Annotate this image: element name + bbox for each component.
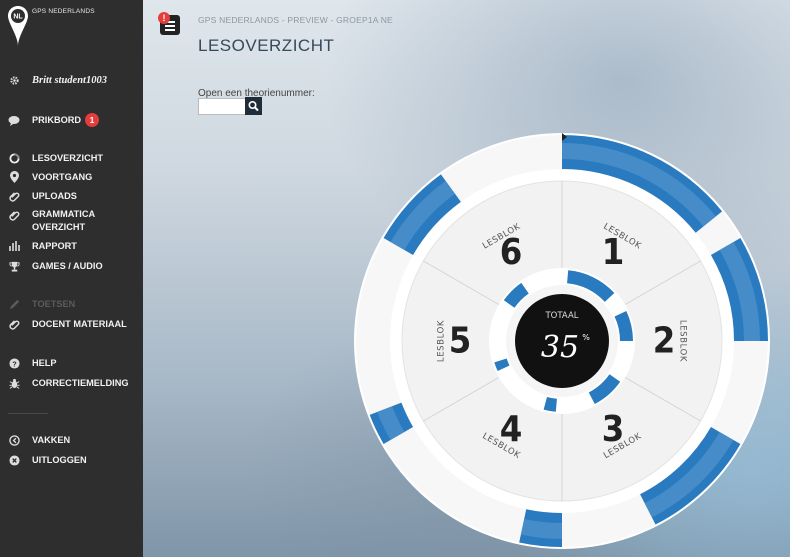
sidebar-item-label: UITLOGGEN bbox=[32, 455, 87, 465]
sidebar-item-uitloggen[interactable]: UITLOGGEN bbox=[8, 452, 87, 468]
help-icon: ? bbox=[8, 357, 20, 369]
bug-icon bbox=[8, 377, 20, 389]
sidebar-item-label: VAKKEN bbox=[32, 435, 71, 445]
lesblok-number: 5 bbox=[449, 321, 472, 362]
sidebar-item-label: RAPPORT bbox=[32, 241, 77, 251]
lesblok-number: 6 bbox=[500, 232, 523, 273]
close-circle-icon bbox=[8, 454, 20, 466]
lesblok-number: 4 bbox=[500, 409, 523, 450]
sidebar-item-prikbord[interactable]: PRIKBORD 1 bbox=[8, 112, 100, 128]
svg-text:?: ? bbox=[12, 359, 17, 368]
sidebar-item-games-audio[interactable]: GAMES / AUDIO bbox=[8, 258, 103, 274]
sidebar-item-label: TOETSEN bbox=[32, 299, 76, 309]
search-button[interactable] bbox=[245, 97, 262, 115]
sidebar-item-label: LESOVERZICHT bbox=[32, 153, 103, 163]
sidebar-item-label: PRIKBORD bbox=[32, 115, 82, 125]
logo-text: NL bbox=[13, 14, 23, 21]
sidebar-item-label: CORRECTIEMELDING bbox=[32, 378, 129, 388]
sidebar-item-toetsen: TOETSEN bbox=[8, 296, 75, 312]
total-unit: % bbox=[582, 333, 590, 342]
chat-bubble-icon bbox=[8, 114, 20, 126]
search-icon bbox=[248, 101, 259, 112]
location-pin-logo-icon: NL bbox=[8, 6, 28, 46]
lesblok-number: 3 bbox=[602, 409, 625, 450]
lesblok-number: 1 bbox=[602, 232, 625, 273]
sidebar-item-rapport[interactable]: RAPPORT bbox=[8, 238, 77, 254]
total-label: TOTAAL bbox=[544, 311, 578, 321]
user-profile-link[interactable]: Britt student1003 bbox=[8, 72, 107, 88]
sidebar-item-correctiemelding[interactable]: CORRECTIEMELDING bbox=[8, 375, 128, 391]
sidebar-item-label: HELP bbox=[32, 358, 57, 368]
main-content: ! GPS NEDERLANDS - PREVIEW - GROEP1A NE … bbox=[143, 0, 790, 557]
total-value: 35 bbox=[541, 330, 579, 365]
paperclip-icon bbox=[8, 190, 20, 202]
sidebar-item-label: UPLOADS bbox=[32, 191, 77, 201]
arrow-left-circle-icon bbox=[8, 434, 20, 446]
brand-name: GPS NEDERLANDS bbox=[32, 8, 95, 15]
gear-icon bbox=[8, 74, 20, 86]
lesblok-number: 2 bbox=[653, 321, 676, 362]
sidebar-item-voortgang[interactable]: VOORTGANG bbox=[8, 169, 92, 185]
map-pin-icon bbox=[8, 171, 20, 183]
theory-number-input[interactable] bbox=[198, 98, 248, 115]
sidebar-item-label: VOORTGANG bbox=[32, 172, 93, 182]
lesblok-wheel: LESBLOK1LESBLOK2LESBLOK3LESBLOK4LESBLOK 5… bbox=[354, 133, 770, 549]
sidebar-item-label: GAMES / AUDIO bbox=[32, 261, 103, 271]
circle-icon bbox=[8, 152, 20, 164]
sidebar-item-docent-materiaal[interactable]: DOCENT MATERIAAL bbox=[8, 316, 127, 332]
sidebar-item-grammatica-overzicht[interactable]: GRAMMATICA OVERZICHT bbox=[8, 208, 102, 236]
page-title: LESOVERZICHT bbox=[198, 36, 335, 55]
lesblok-label: LESBLOK bbox=[678, 320, 688, 362]
breadcrumb: GPS NEDERLANDS - PREVIEW - GROEP1A NE bbox=[198, 15, 393, 25]
trophy-icon bbox=[8, 260, 20, 272]
sidebar: NL GPS NEDERLANDS Britt student1003 PRIK… bbox=[0, 0, 143, 557]
sidebar-item-label: GRAMMATICA OVERZICHT bbox=[32, 209, 95, 232]
sidebar-item-label: DOCENT MATERIAAL bbox=[32, 319, 127, 329]
paperclip-icon bbox=[8, 209, 20, 221]
bar-chart-icon bbox=[8, 240, 20, 252]
sidebar-item-lesoverzicht[interactable]: LESOVERZICHT bbox=[8, 150, 103, 166]
sidebar-item-help[interactable]: ? HELP bbox=[8, 355, 57, 371]
sidebar-item-vakken[interactable]: VAKKEN bbox=[8, 432, 70, 448]
user-name: Britt student1003 bbox=[32, 74, 107, 86]
sidebar-divider bbox=[8, 413, 48, 414]
alert-badge: ! bbox=[158, 12, 170, 24]
sidebar-item-uploads[interactable]: UPLOADS bbox=[8, 188, 77, 204]
pencil-icon bbox=[8, 298, 20, 310]
paperclip-icon bbox=[8, 318, 20, 330]
lesblok-label: LESBLOK bbox=[437, 320, 447, 362]
notification-badge: 1 bbox=[85, 113, 100, 127]
